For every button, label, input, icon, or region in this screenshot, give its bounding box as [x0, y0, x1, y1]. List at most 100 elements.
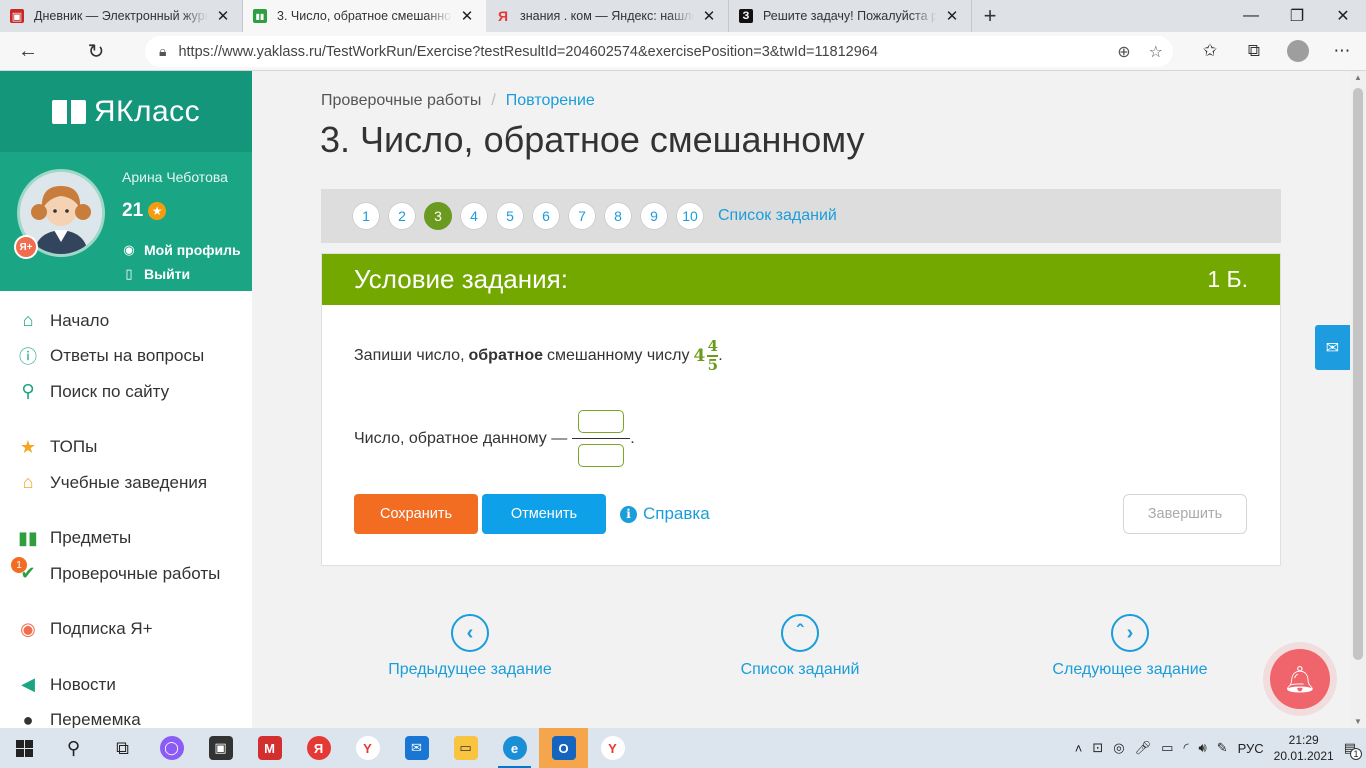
notification-center-icon[interactable]: ▤ 1 [1344, 740, 1362, 760]
windows-start-icon[interactable] [0, 728, 49, 768]
browser-tab-active[interactable]: ▮▮ 3. Число, обратное смешанному ✕ [243, 0, 486, 32]
search-icon[interactable]: ⚲ [49, 728, 98, 768]
yandex-icon[interactable]: Я [294, 728, 343, 768]
sidebar-menu: ⌂ Начало ⓘ Ответы на вопросы ⚲ Поиск по … [0, 291, 252, 738]
microphone-icon[interactable]: 🎤︎ [1135, 740, 1152, 756]
close-tab-icon[interactable]: ✕ [700, 7, 718, 25]
notification-bell-button[interactable]: 🔔︎ [1270, 649, 1330, 709]
task-list-link[interactable]: Список заданий [718, 207, 837, 225]
favorites-icon[interactable]: ✩ [1196, 36, 1224, 66]
cancel-button[interactable]: Отменить [482, 494, 606, 534]
page-button-3-active[interactable]: 3 [424, 202, 452, 230]
sidebar-item-subjects[interactable]: ▮▮ Предметы [0, 521, 252, 557]
next-task-label: Следующее задание [1052, 661, 1208, 678]
more-menu-icon[interactable]: ⋯ [1328, 36, 1356, 66]
language-indicator[interactable]: РУС [1238, 741, 1264, 756]
collections-icon[interactable]: ⧉ [1240, 36, 1268, 66]
finish-button[interactable]: Завершить [1123, 494, 1247, 534]
user-points: 21 ★ [122, 200, 167, 222]
antivirus-icon[interactable]: M [245, 728, 294, 768]
clock[interactable]: 21:29 20.01.2021 [1274, 732, 1334, 764]
close-tab-icon[interactable]: ✕ [943, 7, 961, 25]
minimize-icon[interactable]: — [1228, 0, 1274, 32]
scroll-down-icon[interactable]: ▼ [1350, 717, 1366, 726]
help-link[interactable]: i Справка [620, 504, 710, 524]
page-button-5[interactable]: 5 [496, 202, 524, 230]
scroll-up-icon[interactable]: ▲ [1350, 73, 1366, 82]
file-explorer-icon[interactable]: ▭ [441, 728, 490, 768]
sidebar-item-subscription[interactable]: ◉ Подписка Я+ [0, 612, 252, 648]
sidebar-item-answers[interactable]: ⓘ Ответы на вопросы [0, 339, 252, 375]
pen-icon[interactable]: ✎ [1217, 740, 1228, 756]
sidebar-item-institutions[interactable]: ⌂ Учебные заведения [0, 465, 252, 501]
task-list-bottom-link[interactable]: ˆ Список заданий [680, 614, 920, 679]
favorite-star-icon[interactable]: ☆ [1149, 42, 1163, 62]
task-card: Условие задания: 1 Б. Запиши число, обра… [321, 253, 1281, 566]
camera-tray-icon[interactable]: ◎ [1113, 740, 1124, 756]
feedback-mail-button[interactable]: ✉ [1315, 325, 1350, 370]
site-logo[interactable]: ЯКласс [0, 71, 252, 152]
windows-taskbar: ⚲ ⧉ ◯ ▣ M Я Y ✉ ▭ e O Y ˄ ⊡ ◎ 🎤︎ ▭ ◜ 🔊︎ … [0, 728, 1366, 768]
sidebar-item-home[interactable]: ⌂ Начало [0, 303, 252, 339]
browser-tab[interactable]: Я знания . ком — Яндекс: нашлось ✕ [486, 0, 729, 32]
sidebar-item-news[interactable]: ◀ Новости [0, 667, 252, 703]
yaplus-badge[interactable]: Я+ [14, 235, 38, 259]
page-button-6[interactable]: 6 [532, 202, 560, 230]
yandex-browser-2-icon[interactable]: Y [588, 728, 637, 768]
denominator-input[interactable] [578, 444, 625, 467]
page-button-2[interactable]: 2 [388, 202, 416, 230]
back-arrow-icon[interactable]: ← [10, 35, 46, 67]
page-button-9[interactable]: 9 [640, 202, 668, 230]
store-bag-icon[interactable]: ▣ [196, 728, 245, 768]
wifi-icon[interactable]: ◜ [1183, 740, 1188, 756]
page-scrollbar[interactable]: ▲ ▼ [1350, 71, 1366, 728]
help-label: Справка [643, 504, 710, 523]
close-tab-icon[interactable]: ✕ [214, 7, 232, 25]
page-button-7[interactable]: 7 [568, 202, 596, 230]
url-field[interactable]: 🔒︎ https://www.yaklass.ru/TestWorkRun/Ex… [145, 36, 1173, 67]
close-tab-icon[interactable]: ✕ [458, 7, 476, 25]
close-window-icon[interactable]: ✕ [1320, 0, 1366, 32]
browser-tab[interactable]: З Решите задачу! Пожалуйста ре ✕ [729, 0, 972, 32]
my-profile-link[interactable]: ◉ Мой профиль [122, 242, 240, 258]
tab-title: знания . ком — Яндекс: нашлось [520, 9, 694, 23]
mixed-numerator: 4 [707, 337, 719, 355]
previous-task-label: Предыдущее задание [388, 661, 552, 678]
page-button-8[interactable]: 8 [604, 202, 632, 230]
video-call-icon[interactable]: O [539, 728, 588, 768]
page-button-4[interactable]: 4 [460, 202, 488, 230]
yandex-browser-icon[interactable]: Y [343, 728, 392, 768]
volume-icon[interactable]: 🔊︎ [1198, 740, 1206, 756]
refresh-icon[interactable]: ↻ [78, 35, 114, 67]
star-icon: ★ [148, 202, 167, 220]
browser-tab-bar: ▣ Дневник — Электронный журнал ✕ ▮▮ 3. Ч… [0, 0, 1366, 32]
previous-task-link[interactable]: ‹ Предыдущее задание [350, 614, 590, 679]
profile-icon[interactable] [1284, 36, 1312, 66]
mixed-number: 4 4 5 [693, 337, 719, 374]
mail-icon[interactable]: ✉ [392, 728, 441, 768]
save-button[interactable]: Сохранить [354, 494, 478, 534]
sidebar-item-search[interactable]: ⚲ Поиск по сайту [0, 374, 252, 410]
task-view-icon[interactable]: ⧉ [98, 728, 147, 768]
tab-title: Решите задачу! Пожалуйста ре [763, 9, 937, 23]
browser-tab[interactable]: ▣ Дневник — Электронный журнал ✕ [0, 0, 243, 32]
chevron-up-icon[interactable]: ˄ [1075, 741, 1083, 756]
sidebar-item-checkworks[interactable]: 1 ✔ Проверочные работы [0, 556, 252, 592]
logout-link[interactable]: ▯ Выйти [122, 266, 190, 282]
battery-icon[interactable]: ▭ [1161, 740, 1173, 756]
page-button-1[interactable]: 1 [352, 202, 380, 230]
next-task-link[interactable]: › Следующее задание [1010, 614, 1250, 679]
network-tray-icon[interactable]: ⊡ [1092, 740, 1103, 756]
alice-icon[interactable]: ◯ [147, 728, 196, 768]
scrollbar-thumb[interactable] [1353, 88, 1363, 660]
chevron-left-icon: ‹ [451, 614, 489, 652]
edge-browser-icon[interactable]: e [490, 728, 539, 768]
add-app-icon[interactable]: ⊕ [1117, 42, 1130, 62]
new-tab-icon[interactable]: + [972, 0, 1008, 32]
page-button-10[interactable]: 10 [676, 202, 704, 230]
sidebar-item-tops[interactable]: ★ ТОПы [0, 430, 252, 466]
breadcrumb-root[interactable]: Проверочные работы [321, 92, 481, 109]
restore-icon[interactable]: ❐ [1274, 0, 1320, 32]
breadcrumb-current[interactable]: Повторение [506, 92, 595, 109]
numerator-input[interactable] [578, 410, 625, 433]
